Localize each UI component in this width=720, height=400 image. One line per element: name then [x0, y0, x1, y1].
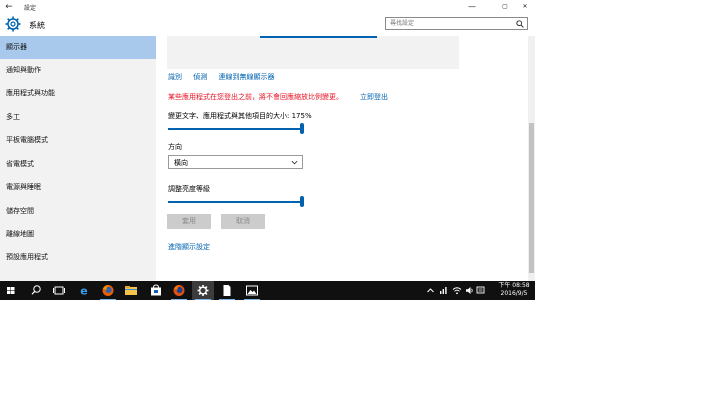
- file-explorer-icon[interactable]: [120, 281, 142, 300]
- minimize-button[interactable]: —: [463, 1, 481, 13]
- volume-icon[interactable]: [465, 286, 474, 295]
- sidebar-item-display[interactable]: 顯示器: [0, 36, 156, 59]
- search-box[interactable]: [385, 17, 528, 30]
- vertical-scrollbar[interactable]: [528, 36, 535, 281]
- maximize-button[interactable]: ▢: [496, 1, 514, 13]
- display-settings-panel: 識別 偵測 連線到無線顯示器 某些應用程式在您登出之前，將不會回應縮放比例變更。…: [156, 36, 528, 281]
- back-arrow-icon[interactable]: ←: [4, 2, 14, 12]
- firefox-icon[interactable]: [97, 281, 119, 300]
- taskbar: e 下午 08:58 2016/9/5: [0, 281, 535, 300]
- sidebar-item-storage[interactable]: 儲存空間: [0, 200, 156, 223]
- scale-label: 變更文字、應用程式與其他項目的大小: 175%: [168, 112, 312, 120]
- search-input[interactable]: [388, 18, 510, 29]
- orientation-dropdown[interactable]: 橫向: [168, 155, 303, 169]
- search-icon[interactable]: [516, 20, 524, 28]
- brightness-slider[interactable]: [168, 201, 302, 203]
- taskbar-clock[interactable]: 下午 08:58 2016/9/5: [497, 282, 531, 298]
- orientation-value: 橫向: [174, 159, 188, 167]
- notification-icon[interactable]: [476, 286, 485, 295]
- search-icon[interactable]: [25, 281, 47, 300]
- brightness-slider-thumb[interactable]: [300, 196, 304, 207]
- edge-icon[interactable]: e: [73, 281, 95, 300]
- sidebar-item-battery-saver[interactable]: 省電模式: [0, 153, 156, 176]
- scrollbar-thumb[interactable]: [529, 123, 534, 273]
- gear-icon: [5, 16, 21, 32]
- task-view-icon[interactable]: [48, 281, 70, 300]
- chevron-down-icon: [291, 160, 298, 165]
- sidebar-item-default-apps[interactable]: 預設應用程式: [0, 246, 156, 269]
- close-button[interactable]: ✕: [516, 1, 534, 13]
- photos-icon[interactable]: [241, 281, 263, 300]
- page-title: 系統: [29, 21, 45, 30]
- firefox-dev-icon[interactable]: [168, 281, 190, 300]
- clock-time: 下午 08:58: [498, 282, 530, 289]
- sidebar-item-tablet-mode[interactable]: 平板電腦模式: [0, 129, 156, 152]
- connect-wireless-display-link[interactable]: 連線到無線顯示器: [218, 73, 274, 81]
- network-icon[interactable]: [439, 286, 448, 295]
- selected-display-indicator: [260, 36, 377, 38]
- page-header: 系統: [0, 14, 535, 36]
- clock-date: 2016/9/5: [500, 290, 528, 297]
- display-preview[interactable]: [167, 36, 459, 69]
- sidebar-item-notifications[interactable]: 通知與動作: [0, 59, 156, 82]
- apply-button[interactable]: 套用: [167, 214, 211, 229]
- advanced-display-settings-link[interactable]: 進階顯示設定: [168, 242, 210, 252]
- sidebar-item-multitasking[interactable]: 多工: [0, 106, 156, 129]
- svg-text:e: e: [80, 285, 87, 298]
- start-icon[interactable]: [0, 281, 22, 300]
- wifi-icon[interactable]: [452, 286, 462, 295]
- scaling-warning: 某些應用程式在您登出之前，將不會回應縮放比例變更。: [168, 93, 343, 101]
- identify-link[interactable]: 識別: [168, 73, 182, 81]
- brightness-label: 調整亮度等級: [168, 185, 210, 193]
- document-icon[interactable]: [216, 281, 238, 300]
- chevron-up-icon[interactable]: [426, 286, 435, 295]
- window-title: 設定: [24, 5, 37, 12]
- settings-window: ← 設定 — ▢ ✕ 系統 顯示器 通知與動作 應用程式與功能: [0, 0, 535, 281]
- orientation-label: 方向: [168, 143, 182, 151]
- settings-gear-icon[interactable]: [192, 281, 214, 300]
- scale-slider[interactable]: [168, 128, 302, 130]
- sidebar-item-power-sleep[interactable]: 電源與睡眠: [0, 176, 156, 199]
- sidebar: 顯示器 通知與動作 應用程式與功能 多工 平板電腦模式 省電模式 電源與睡眠 儲…: [0, 36, 156, 281]
- sidebar-item-apps[interactable]: 應用程式與功能: [0, 82, 156, 105]
- store-icon[interactable]: [145, 281, 167, 300]
- sign-out-link[interactable]: 立即登出: [360, 92, 388, 102]
- scale-slider-thumb[interactable]: [300, 123, 304, 134]
- sidebar-item-offline-maps[interactable]: 離線地圖: [0, 223, 156, 246]
- title-bar: ← 設定 — ▢ ✕: [0, 0, 535, 14]
- display-links: 識別 偵測 連線到無線顯示器: [168, 72, 283, 82]
- cancel-button[interactable]: 取消: [221, 214, 265, 229]
- detect-link[interactable]: 偵測: [193, 73, 207, 81]
